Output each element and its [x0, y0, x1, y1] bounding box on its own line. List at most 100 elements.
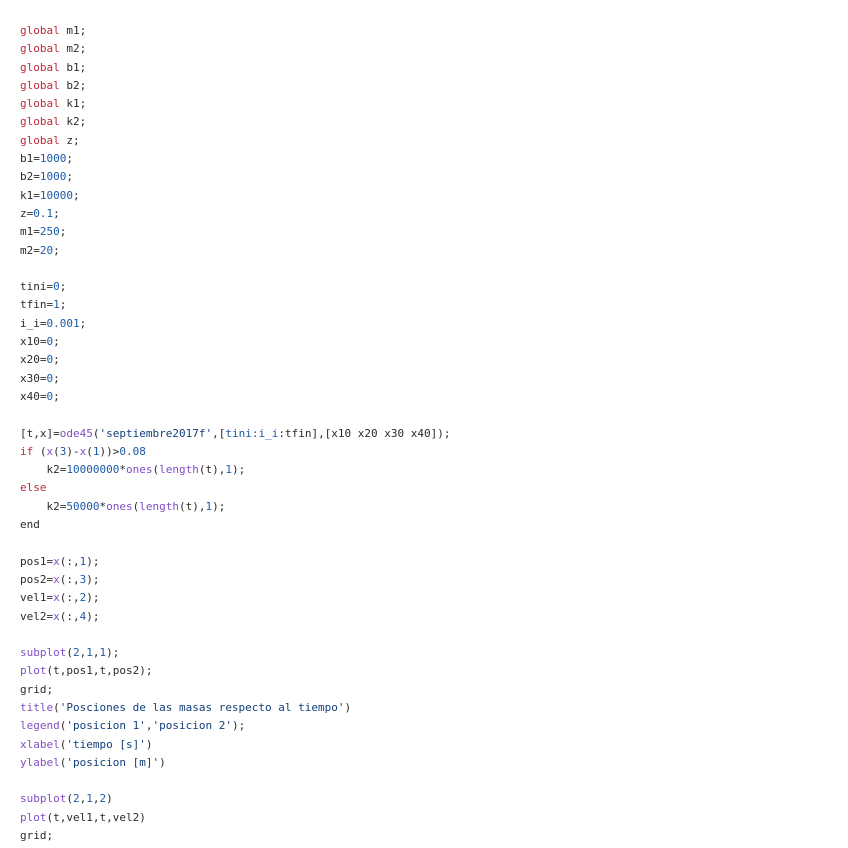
code-line: global k1;: [20, 95, 451, 113]
code-function: subplot: [20, 646, 67, 660]
code-text: x10=: [20, 335, 47, 349]
code-line: if (x(3)-x(1))>0.08: [20, 443, 451, 461]
code-text: ;: [53, 335, 60, 349]
code-text: pos2=: [20, 572, 54, 586]
code-text: ;: [59, 225, 67, 239]
code-text: );: [86, 591, 100, 605]
code-line: plot(t,pos1,t,pos2);: [20, 662, 451, 680]
code-text: (: [86, 444, 93, 458]
code-text: k1;: [59, 97, 87, 111]
code-text: ;: [53, 353, 60, 367]
code-text: ,[: [212, 426, 226, 440]
code-text: k2;: [59, 115, 87, 129]
code-text: m2;: [59, 42, 87, 56]
code-line: b2=1000;: [20, 168, 451, 186]
code-text: ): [344, 700, 352, 714]
code-text: b1;: [59, 60, 87, 74]
code-function: x: [53, 609, 60, 623]
code-text: ;: [59, 298, 67, 312]
code-line: m2=20;: [20, 242, 451, 260]
code-text: m1=: [20, 225, 40, 239]
code-number: 1: [86, 792, 93, 806]
code-text: tini=: [20, 280, 54, 294]
code-line: ylabel('posicion [m]'): [20, 754, 451, 772]
code-text: );: [212, 499, 226, 513]
code-text: (t,vel1,t,vel2): [46, 810, 146, 824]
code-text: k1=: [20, 188, 40, 202]
code-number: 1000: [39, 170, 67, 184]
code-text: );: [86, 554, 100, 568]
code-text: (: [66, 792, 73, 806]
code-text: );: [86, 572, 100, 586]
code-text: (:,: [59, 554, 80, 568]
code-text: (: [33, 444, 47, 458]
code-line: k1=10000;: [20, 187, 451, 205]
code-function: x: [53, 572, 60, 586]
code-text: );: [231, 719, 246, 733]
code-keyword: global: [20, 115, 60, 129]
code-line: subplot(2,1,2): [20, 790, 451, 808]
code-text: );: [106, 646, 120, 660]
code-line: x40=0;: [20, 388, 451, 406]
code-line: z=0.1;: [20, 205, 451, 223]
code-text: ;: [53, 243, 60, 257]
code-number: 2: [72, 792, 80, 806]
code-line: subplot(2,1,1);: [20, 644, 451, 662]
code-number: 1: [225, 463, 232, 477]
code-text: :tfin],[x10 x20 x30 x40]);: [278, 426, 451, 440]
code-text: b1=: [20, 152, 40, 166]
code-keyword: global: [20, 24, 60, 37]
code-line: k2=10000000*ones(length(t),1);: [20, 461, 451, 479]
code-text: k2=: [20, 499, 67, 513]
code-number: 1: [92, 444, 100, 458]
code-text: )-: [66, 444, 80, 458]
code-text: (: [53, 700, 60, 714]
code-line: legend('posicion 1','posicion 2');: [20, 717, 451, 735]
code-text: *: [119, 463, 126, 477]
code-text: grid;: [20, 829, 54, 843]
code-text: ;: [66, 170, 73, 184]
code-text: ;: [79, 316, 87, 330]
code-text: m2=: [20, 243, 40, 257]
code-line: pos1=x(:,1);: [20, 553, 451, 571]
code-text: i_i=: [20, 316, 47, 330]
code-line: title('Posciones de las masas respecto a…: [20, 699, 451, 717]
code-line: vel2=x(:,4);: [20, 608, 451, 626]
code-text: tfin=: [20, 298, 54, 312]
code-function: ylabel: [20, 755, 60, 769]
code-line: global z;: [20, 132, 451, 150]
code-function: length: [139, 499, 179, 513]
code-function: ode45: [59, 426, 93, 440]
code-text: x30=: [20, 371, 47, 385]
code-text: vel1=: [20, 591, 54, 605]
code-string: 'tiempo [s]': [66, 737, 146, 751]
code-keyword: global: [20, 133, 60, 147]
code-number: 0: [53, 280, 60, 294]
code-text: pos1=: [20, 554, 54, 568]
code-keyword: global: [20, 42, 60, 56]
code-line: vel1=x(:,2);: [20, 589, 451, 607]
code-function: ones: [106, 499, 133, 513]
code-text: (: [53, 444, 60, 458]
code-number: 250: [39, 225, 60, 239]
code-text: z;: [59, 133, 80, 147]
code-string: 'Posciones de las masas respecto al tiem…: [59, 700, 345, 714]
code-text: ;: [66, 152, 73, 166]
code-number: 1: [86, 646, 93, 660]
code-text: (:,: [59, 572, 80, 586]
code-line: global b1;: [20, 59, 451, 77]
code-number: 10000000: [66, 463, 120, 477]
code-line: end: [20, 516, 451, 534]
code-line: global k2;: [20, 113, 451, 131]
code-line: grid;: [20, 681, 451, 699]
code-text: x40=: [20, 389, 47, 403]
code-function: ones: [125, 463, 153, 477]
code-text: ;: [73, 188, 80, 202]
code-line: xlabel('tiempo [s]'): [20, 736, 451, 754]
code-text: ): [145, 737, 153, 751]
code-line: tini=0;: [20, 278, 451, 296]
